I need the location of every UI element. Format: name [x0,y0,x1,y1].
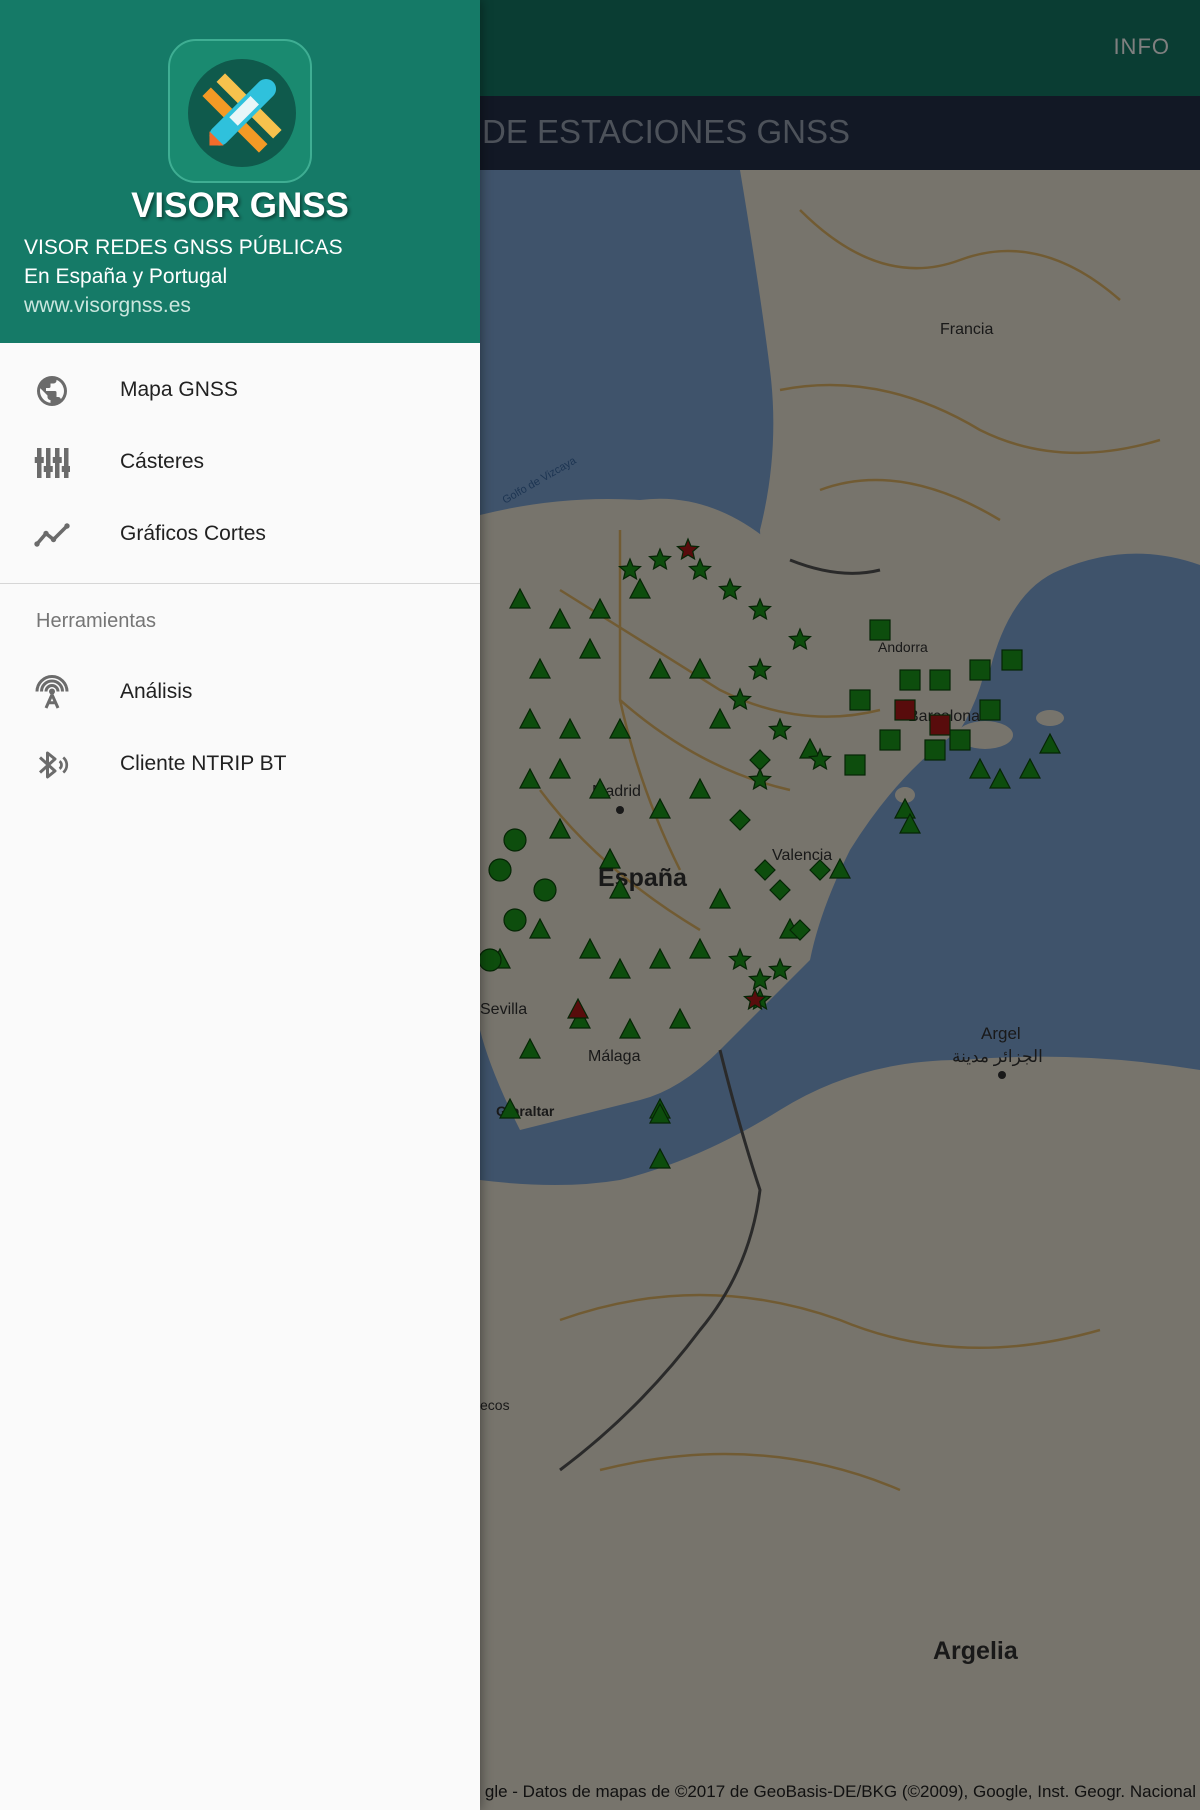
menu-item-cliente-ntrip-bt[interactable]: Cliente NTRIP BT [0,729,480,801]
app-logo [168,39,312,183]
header-line-title: VISOR REDES GNSS PÚBLICAS [24,236,343,259]
menu-item-label: Cásteres [120,450,205,473]
antenna-icon [35,675,69,709]
drawer-header: VISOR GNSS VISOR REDES GNSS PÚBLICAS En … [0,0,480,343]
menu-item-casteres[interactable]: Cásteres [0,427,480,499]
trending-line-icon [34,523,70,547]
globe-icon [37,376,67,406]
menu-item-mapa-gnss[interactable]: Mapa GNSS [0,355,480,427]
header-line-region: En España y Portugal [24,265,228,288]
menu-divider [0,583,480,584]
menu-item-label: Cliente NTRIP BT [120,752,287,775]
header-line-website[interactable]: www.visorgnss.es [24,294,191,318]
menu-item-label: Análisis [120,680,193,703]
menu-item-label: Mapa GNSS [120,378,238,401]
menu-item-graficos-cortes[interactable]: Gráficos Cortes [0,499,480,571]
menu-item-analisis[interactable]: Análisis [0,657,480,729]
navigation-drawer: VISOR GNSS VISOR REDES GNSS PÚBLICAS En … [0,0,480,1810]
section-header-herramientas: Herramientas [36,610,157,632]
menu-item-label: Gráficos Cortes [120,522,266,545]
bluetooth-audio-icon [38,751,69,779]
satellite-logo-icon [188,59,296,167]
app-name: VISOR GNSS [131,186,349,225]
equalizer-icon [34,448,70,478]
